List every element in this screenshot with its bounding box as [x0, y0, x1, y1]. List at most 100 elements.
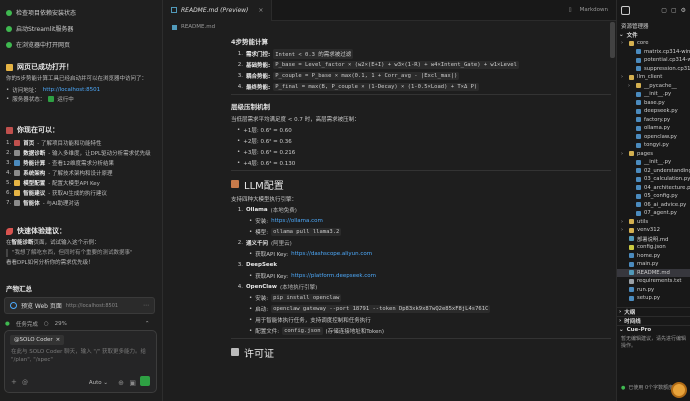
file-item[interactable]: main.py: [617, 260, 690, 269]
success-heading: 网页已成功打开！: [6, 62, 158, 72]
bullet-line: • +3层: 0.6³ = 0.216: [237, 146, 611, 157]
py-file-icon: [636, 176, 641, 182]
list-number: 2.: [237, 61, 243, 68]
item-label: ollama.py: [644, 125, 671, 132]
file-item[interactable]: 07_agent.py: [617, 209, 690, 218]
feature-desc: - 输入多维度，让DPL驱动分析需求优先级: [48, 151, 151, 157]
doc-link[interactable]: https://ollama.com: [271, 218, 323, 224]
bullet: •: [249, 250, 253, 257]
file-item[interactable]: ollama.py: [617, 124, 690, 133]
chevron-right-icon: ›: [619, 317, 622, 324]
file-item[interactable]: matrix.cp314-win...: [617, 48, 690, 57]
file-item[interactable]: 04_architecture.py: [617, 184, 690, 193]
scrollbar[interactable]: [610, 22, 615, 58]
access-link[interactable]: http://localhost:8501: [43, 87, 100, 93]
close-icon[interactable]: ×: [258, 7, 263, 14]
breadcrumb: README.md: [163, 21, 616, 33]
file-item[interactable]: 05_config.py: [617, 192, 690, 201]
tab-readme-preview[interactable]: README.md (Preview) ×: [163, 0, 273, 21]
py-file-icon: [636, 134, 641, 140]
bullet: •: [249, 272, 253, 279]
access-row: • 访问地址： http://localhost:8501: [6, 86, 101, 94]
doc-link[interactable]: https://dashscope.aliyun.com: [291, 251, 372, 257]
chat-input-placeholder[interactable]: 在此与 SOLO Coder 聊天，输入 "/" 获取更多能力。给 "/plan…: [11, 348, 152, 364]
send-button[interactable]: [140, 376, 150, 386]
bullet-line: • +1层: 0.6² = 0.60: [237, 124, 611, 135]
inline-code: pip install openclaw: [271, 293, 342, 302]
file-item[interactable]: 06_ai_advice.py: [617, 201, 690, 210]
llm-note: (本地免费): [270, 207, 297, 214]
files-section[interactable]: ⌄ 文件: [617, 30, 690, 39]
chevron-up-icon[interactable]: ⌃: [145, 321, 150, 327]
llm-item: 3. DeepSeek: [231, 259, 611, 270]
more-icon[interactable]: ⋯: [143, 302, 149, 309]
at-icon[interactable]: @: [22, 379, 28, 386]
close-icon[interactable]: ×: [56, 337, 61, 343]
cue-section[interactable]: ⌄ Cue-Pro: [617, 324, 690, 334]
file-item[interactable]: README.md: [617, 268, 690, 277]
folder-item[interactable]: › venv312: [617, 226, 690, 235]
formula-line: 3. 耦合势能: P_couple = P_base × max(0.1, 1 + …: [231, 70, 611, 81]
item-label: requirements.txt: [637, 278, 682, 285]
model-select[interactable]: Auto ⌄: [89, 380, 108, 386]
outline-section[interactable]: › 大纲: [617, 306, 690, 316]
file-item[interactable]: suppression.cp314...: [617, 65, 690, 74]
split-icon[interactable]: ▯: [569, 7, 572, 13]
check-icon: [48, 95, 55, 102]
avatar[interactable]: [671, 382, 687, 398]
item-label: core: [637, 40, 649, 47]
attach-icon[interactable]: ⊕: [118, 379, 124, 387]
feature-number: 6.: [6, 190, 12, 196]
preview-card[interactable]: 预览 Web 页面 http://localhost:8501 ⋯: [4, 297, 155, 314]
add-icon[interactable]: +: [11, 378, 17, 386]
settings-icon[interactable]: ⚙: [681, 7, 686, 14]
timeline-section[interactable]: › 时间线: [617, 315, 690, 325]
folder-item[interactable]: › llm_client: [617, 73, 690, 82]
llm-note: (本地执行引擎): [279, 284, 318, 291]
clock-icon: ○: [43, 321, 49, 327]
file-item[interactable]: deepseek.py: [617, 107, 690, 116]
explorer-topbar: ▢ ▢ ⚙: [617, 0, 690, 21]
image-icon[interactable]: ▣: [129, 379, 136, 387]
file-item[interactable]: home.py: [617, 252, 690, 261]
file-item[interactable]: 02_understanding...: [617, 167, 690, 176]
file-item[interactable]: tongyi.py: [617, 141, 690, 150]
file-item[interactable]: run.py: [617, 286, 690, 295]
file-item[interactable]: 部署说明.md: [617, 235, 690, 244]
layout-icon[interactable]: ▢: [671, 7, 677, 14]
file-item[interactable]: __init__.py: [617, 158, 690, 167]
file-item[interactable]: potential.cp314-w...: [617, 56, 690, 65]
file-item[interactable]: requirements.txt: [617, 277, 690, 286]
file-item[interactable]: __init__.py: [617, 90, 690, 99]
list-number: 1.: [237, 50, 243, 57]
py-file-icon: [636, 66, 641, 72]
file-item[interactable]: setup.py: [617, 294, 690, 303]
quick-heading: 快速体验建议：: [6, 226, 158, 236]
folder-item[interactable]: › __pycache__: [617, 82, 690, 91]
file-item[interactable]: openclaw.py: [617, 133, 690, 142]
doc-link[interactable]: https://platform.deepseek.com: [291, 273, 376, 279]
py-file-icon: [636, 91, 641, 97]
chat-input[interactable]: @SOLO Coder × 在此与 SOLO Coder 聊天，输入 "/" 获取…: [4, 330, 157, 393]
folder-item[interactable]: › core: [617, 39, 690, 48]
section-title: 层级压制机制: [231, 103, 270, 111]
bullet: •: [249, 228, 253, 235]
bullet: •: [249, 316, 253, 323]
folder-item[interactable]: › pages: [617, 150, 690, 159]
py-file-icon: [636, 49, 641, 55]
file-item[interactable]: config.json: [617, 243, 690, 252]
item-label: 04_architecture.py: [644, 184, 690, 191]
agent-chip[interactable]: @SOLO Coder ×: [10, 335, 65, 345]
feature-item: 6. 智能建议 - 获取AI生成的执行建议: [6, 188, 158, 198]
markdown-toggle[interactable]: Markdown: [580, 7, 608, 13]
feature-label: 智能体: [23, 201, 40, 207]
formula-label: 最终势能:: [246, 84, 271, 91]
folder-item[interactable]: › utils: [617, 218, 690, 227]
py-file-icon: [636, 210, 641, 216]
avatar-icon[interactable]: [621, 6, 630, 15]
file-item[interactable]: factory.py: [617, 116, 690, 125]
check-icon: [6, 9, 12, 16]
file-item[interactable]: 03_calculation.py: [617, 175, 690, 184]
file-item[interactable]: base.py: [617, 99, 690, 108]
layout-icon[interactable]: ▢: [661, 7, 667, 14]
